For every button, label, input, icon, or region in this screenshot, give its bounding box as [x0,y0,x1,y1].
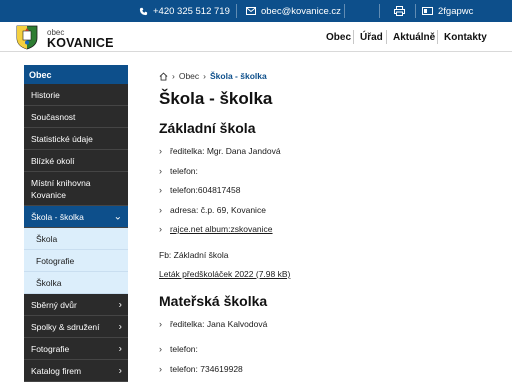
phone-icon [139,7,148,15]
email-address: obec@kovanice.cz [261,5,341,17]
breadcrumb-current: Škola - školka [210,71,267,81]
brand-title[interactable]: KOVANICE [47,36,114,50]
sidebar-item-label: Škola - školka [31,211,84,222]
list-item: › rajce.net album:zskovanice [159,224,273,234]
sidebar-item-label: Spolky & sdružení [31,321,100,332]
sidebar-menu: Obec Historie Současnost Statistické úda… [24,65,128,382]
nav-urad[interactable]: Úřad [360,22,383,52]
school-heading: Základní škola [159,120,256,136]
site-header: obec KOVANICE Obec Úřad Aktuálně Kontakt… [0,22,512,52]
sidebar-item-label: Sběrný dvůr [31,299,77,310]
nav-kontakty[interactable]: Kontakty [444,22,487,52]
sidebar-item-soucasnost[interactable]: Současnost [24,106,128,128]
sidebar-item-sberny-dvur[interactable]: Sběrný dvůr › [24,294,128,316]
print-button[interactable] [394,0,405,22]
leaflet-download-link[interactable]: Leták předškoláček 2022 (7.98 kB) [159,269,290,279]
chevron-right-icon: › [159,185,162,195]
kindergarten-heading: Mateřská školka [159,293,268,309]
chevron-down-icon[interactable]: ⌄ [114,211,122,222]
list-item: › adresa: č.p. 69, Kovanice [159,205,266,215]
code-text: 2fgapwc [438,5,474,17]
breadcrumb: › Obec › Škola - školka [159,71,267,81]
breadcrumb-separator: › [203,71,207,81]
chevron-right-icon: › [159,146,162,156]
envelope-icon [246,7,256,15]
sidebar-item-label: Fotografie [31,343,70,354]
email-link[interactable]: obec@kovanice.cz [246,0,341,22]
phone-number: +420 325 512 719 [153,5,230,17]
sidebar-subitem-skola[interactable]: Škola [24,228,128,250]
sidebar-subitem-skolka[interactable]: Školka [24,272,128,294]
fb-text: Fb: Základní škola [159,250,229,260]
chevron-right-icon: › [159,205,162,215]
sidebar-heading[interactable]: Obec [24,65,128,84]
chevron-right-icon: › [159,364,162,374]
nav-aktualne[interactable]: Aktuálně [393,22,435,52]
list-item: › telefon: 734619928 [159,364,243,374]
sidebar-item-spolky[interactable]: Spolky & sdružení › [24,316,128,338]
sidebar-item-label: Místní knihovna Kovanice [31,177,91,200]
chevron-right-icon: › [159,319,162,329]
chevron-right-icon: › [159,166,162,176]
page-title: Škola - školka [159,89,273,108]
home-icon[interactable] [159,71,168,81]
sidebar-item-label: Katalog firem [31,365,82,376]
chevron-right-icon: › [159,224,162,234]
accessibility-code[interactable]: 2fgapwc [422,0,473,22]
printer-icon [394,6,405,16]
list-item: › telefon: [159,344,198,354]
chevron-right-icon[interactable]: › [119,365,122,376]
rajce-album-link[interactable]: rajce.net album:zskovanice [170,224,273,234]
id-card-icon [422,7,433,15]
list-item: › ředitelka: Jana Kalvodová [159,319,268,329]
chevron-right-icon: › [159,344,162,354]
chevron-right-icon[interactable]: › [119,299,122,310]
sidebar-item-skola-skolka[interactable]: Škola - školka ⌄ [24,206,128,228]
chevron-right-icon[interactable]: › [119,343,122,354]
sidebar-item-historie[interactable]: Historie [24,84,128,106]
sidebar-item-blizke-okoli[interactable]: Blízké okolí [24,150,128,172]
list-item: › telefon:604817458 [159,185,241,195]
sidebar-item-knihovna[interactable]: Místní knihovna Kovanice [24,172,128,206]
sidebar-item-statistika[interactable]: Statistické údaje [24,128,128,150]
breadcrumb-parent[interactable]: Obec [179,71,199,81]
sidebar-item-katalog[interactable]: Katalog firem › [24,360,128,382]
list-item: › ředitelka: Mgr. Dana Jandová [159,146,281,156]
sidebar-subitem-fotografie[interactable]: Fotografie [24,250,128,272]
top-bar: +420 325 512 719 obec@kovanice.cz 2fgapw… [0,0,512,22]
sidebar-item-fotografie[interactable]: Fotografie › [24,338,128,360]
phone-link[interactable]: +420 325 512 719 [139,0,230,22]
nav-obec[interactable]: Obec [326,22,351,52]
list-item: › telefon: [159,166,198,176]
breadcrumb-separator: › [172,71,175,81]
coat-of-arms-logo[interactable] [16,25,38,50]
chevron-right-icon[interactable]: › [119,321,122,332]
